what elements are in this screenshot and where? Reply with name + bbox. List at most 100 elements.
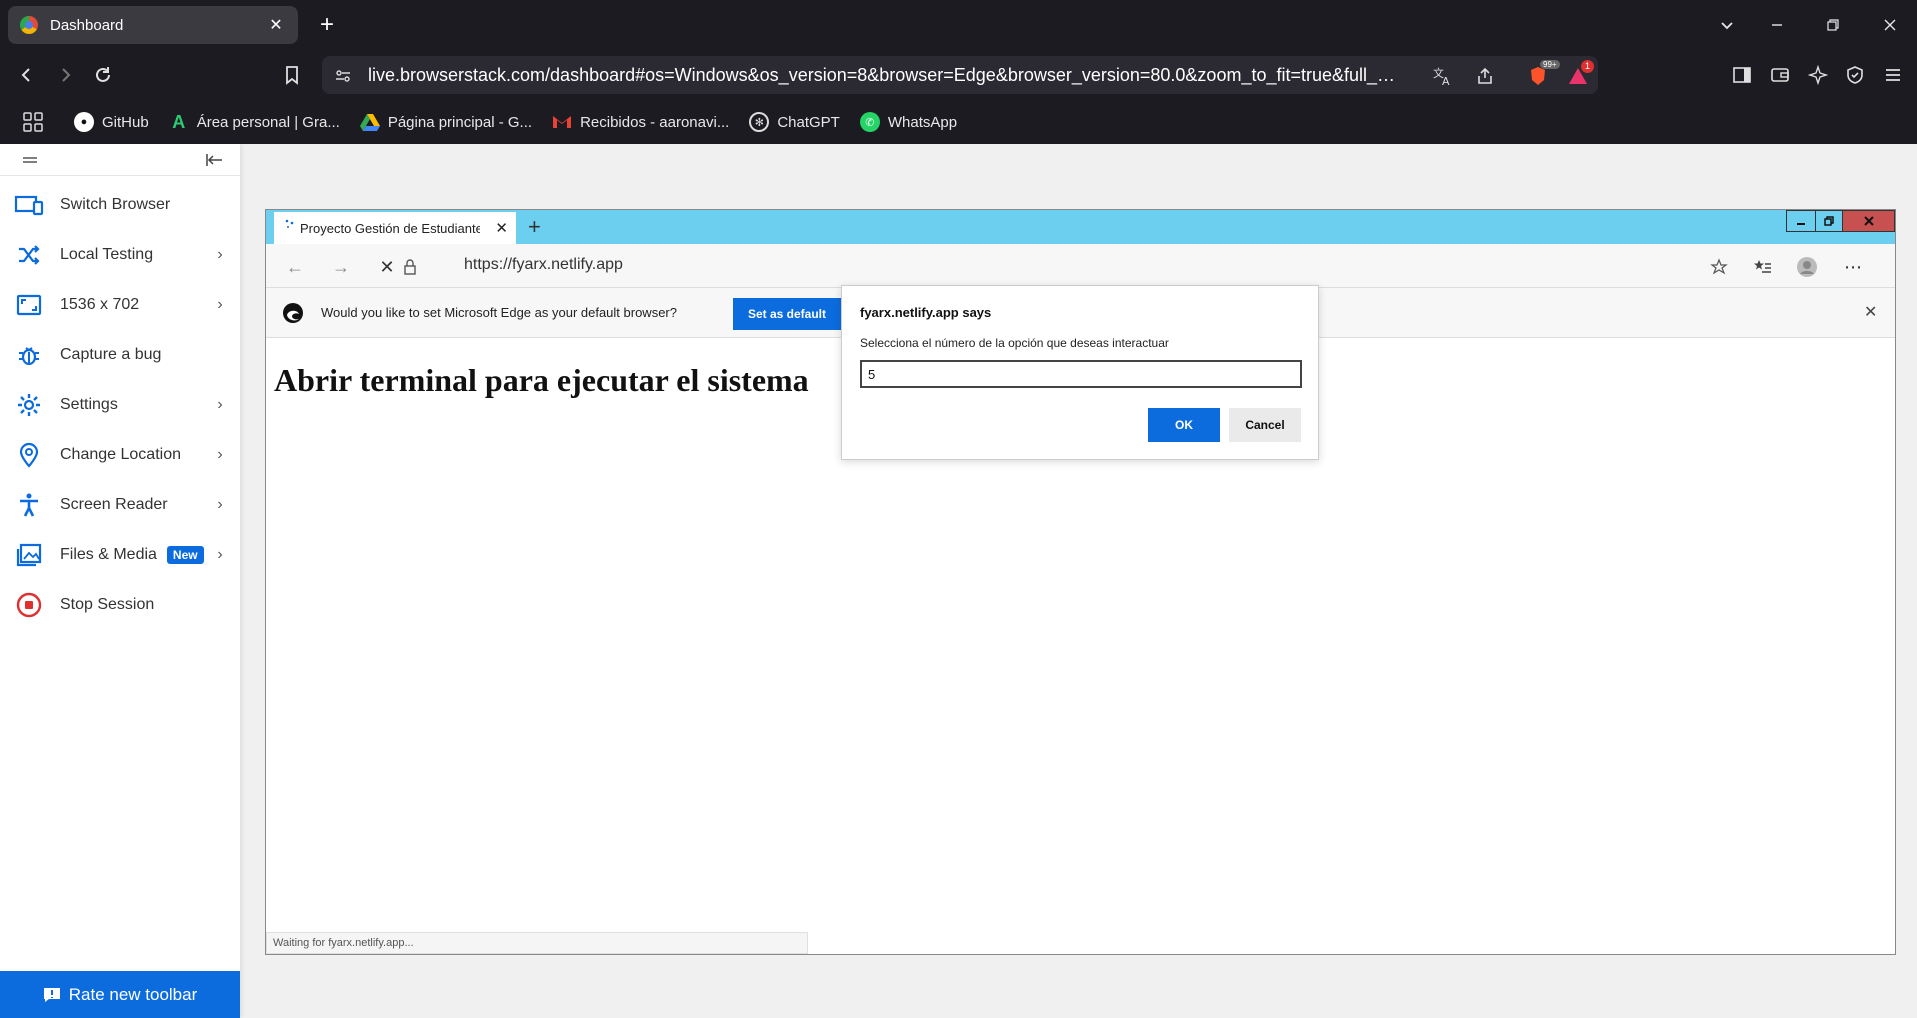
dialog-input[interactable] [860, 360, 1302, 388]
brave-shields-icon[interactable]: 99+ [1520, 60, 1560, 87]
svg-text:A: A [1442, 75, 1450, 87]
accessibility-icon [14, 490, 44, 520]
infobar-close-icon[interactable]: ✕ [1864, 302, 1877, 322]
set-as-default-button[interactable]: Set as default [733, 298, 841, 330]
dialog-title: fyarx.netlify.app says [860, 305, 992, 320]
back-icon[interactable] [12, 60, 42, 90]
sidebar-item-label: 1536 x 702 [60, 296, 140, 313]
reload-icon[interactable] [88, 60, 118, 90]
edge-back-icon[interactable]: ← [284, 256, 306, 278]
vpn-icon[interactable] [1840, 60, 1870, 90]
edge-tab-close-icon[interactable]: ✕ [495, 219, 508, 237]
devices-icon [14, 190, 44, 220]
image-icon [14, 540, 44, 570]
bookmark-whatsapp[interactable]: ✆ WhatsApp [859, 112, 958, 132]
rewards-badge: 1 [1581, 60, 1594, 73]
bookmark-label: ChatGPT [777, 113, 840, 131]
bookmark-label: Recibidos - aaronavi... [580, 113, 730, 131]
profile-avatar-icon[interactable] [1796, 256, 1818, 278]
bookmark-label: Página principal - G... [387, 113, 533, 131]
chevron-right-icon: › [217, 496, 223, 513]
edge-tab-strip: Proyecto Gestión de Estudiantes ✕ + [266, 210, 1895, 244]
edge-tab-proyecto[interactable]: Proyecto Gestión de Estudiantes ✕ [274, 212, 516, 244]
sidebar-item-switch-browser[interactable]: Switch Browser [0, 180, 240, 230]
sidebar-toggle-icon[interactable] [1727, 60, 1757, 90]
sidebar-item-files-media[interactable]: Files & Media New › [0, 530, 240, 580]
edge-close-icon[interactable] [1842, 210, 1895, 232]
cancel-button[interactable]: Cancel [1229, 408, 1301, 442]
ok-button[interactable]: OK [1148, 408, 1220, 442]
sidebar-item-label: Switch Browser [60, 196, 171, 213]
github-icon: ● [74, 112, 94, 132]
sidebar-item-stop-session[interactable]: Stop Session [0, 580, 240, 630]
menu-icon[interactable] [1878, 60, 1908, 90]
edge-forward-icon[interactable]: → [330, 256, 352, 278]
leo-ai-icon[interactable] [1803, 60, 1833, 90]
address-bar[interactable]: live.browserstack.com/dashboard#os=Windo… [322, 56, 1598, 94]
close-window-icon[interactable] [1874, 10, 1906, 40]
loading-status-bar: Waiting for fyarx.netlify.app... [266, 932, 808, 954]
bookmark-google-drive[interactable]: Página principal - G... [359, 112, 533, 132]
chatgpt-icon: ✻ [749, 112, 770, 132]
sidebar-item-label: Screen Reader [60, 496, 168, 513]
sidebar-item-local-testing[interactable]: Local Testing › [0, 230, 240, 280]
bookmark-label: WhatsApp [887, 113, 958, 131]
new-tab-button[interactable]: + [312, 10, 342, 40]
wallet-icon[interactable] [1765, 60, 1795, 90]
favorite-star-icon[interactable] [1708, 256, 1730, 278]
edge-nav-bar: ← → ✕ https://fyarx.netlify.app ⋯ [266, 244, 1895, 288]
apps-grid-icon[interactable] [22, 111, 46, 133]
chevron-right-icon: › [217, 246, 223, 263]
chevron-right-icon: › [217, 296, 223, 313]
drag-handle-icon[interactable] [22, 156, 38, 164]
edge-restore-icon[interactable] [1815, 210, 1843, 232]
sidebar-item-screen-reader[interactable]: Screen Reader › [0, 480, 240, 530]
resolution-icon [14, 290, 44, 320]
browserstack-toolbar: Switch Browser Local Testing › 1536 x 70… [0, 144, 240, 1018]
bookmark-github[interactable]: ● GitHub [74, 112, 149, 132]
sidebar-item-label: Local Testing [60, 246, 154, 263]
bookmark-page-icon[interactable] [277, 60, 307, 90]
rate-toolbar-label: Rate new toolbar [68, 984, 198, 1004]
edge-new-tab-button[interactable]: + [528, 214, 541, 240]
prompt-dialog: fyarx.netlify.app says Selecciona el núm… [841, 285, 1319, 460]
bookmark-label: Área personal | Gra... [196, 113, 340, 131]
tab-close-icon[interactable]: ✕ [266, 15, 286, 35]
restore-icon[interactable] [1817, 10, 1849, 40]
sidebar-item-change-location[interactable]: Change Location › [0, 430, 240, 480]
tab-list-chevron-icon[interactable] [1711, 10, 1743, 40]
sidebar-item-capture-bug[interactable]: Capture a bug [0, 330, 240, 380]
sidebar-item-label: Files & Media [60, 546, 157, 563]
brave-rewards-icon[interactable]: 1 [1567, 60, 1594, 87]
collapse-toolbar-icon[interactable] [206, 153, 224, 167]
chevron-right-icon: › [217, 396, 223, 413]
edge-minimize-icon[interactable] [1786, 210, 1816, 232]
rate-toolbar-button[interactable]: Rate new toolbar [0, 971, 240, 1018]
browserstack-favicon-icon [20, 16, 38, 34]
bookmark-gmail[interactable]: Recibidos - aaronavi... [552, 112, 729, 132]
translate-icon[interactable]: 文A [1432, 65, 1454, 87]
sidebar-item-resolution[interactable]: 1536 x 702 › [0, 280, 240, 330]
browser-nav-bar: live.browserstack.com/dashboard#os=Windo… [0, 50, 1917, 100]
edge-url-text[interactable]: https://fyarx.netlify.app [464, 256, 623, 274]
lock-icon[interactable] [390, 256, 430, 278]
sidebar-item-label: Change Location [60, 446, 181, 463]
forward-icon[interactable] [50, 60, 80, 90]
chevron-right-icon: › [217, 546, 223, 563]
edge-more-icon[interactable]: ⋯ [1842, 256, 1864, 278]
shields-count-badge: 99+ [1540, 60, 1560, 69]
whatsapp-icon: ✆ [859, 112, 880, 132]
new-badge: New [166, 546, 204, 564]
sidebar-item-settings[interactable]: Settings › [0, 380, 240, 430]
browser-tab-dashboard[interactable]: Dashboard ✕ [8, 6, 298, 44]
gmail-icon [552, 112, 572, 132]
bookmark-area-personal[interactable]: A Área personal | Gra... [169, 112, 340, 132]
favorites-list-icon[interactable] [1752, 256, 1774, 278]
tab-title: Dashboard [50, 16, 124, 34]
bookmark-chatgpt[interactable]: ✻ ChatGPT [749, 112, 840, 132]
site-settings-icon[interactable] [332, 65, 354, 87]
url-text[interactable]: live.browserstack.com/dashboard#os=Windo… [368, 65, 1398, 86]
sidebar-item-label: Capture a bug [60, 346, 162, 363]
share-icon[interactable] [1474, 65, 1496, 87]
minimize-icon[interactable] [1761, 10, 1793, 40]
